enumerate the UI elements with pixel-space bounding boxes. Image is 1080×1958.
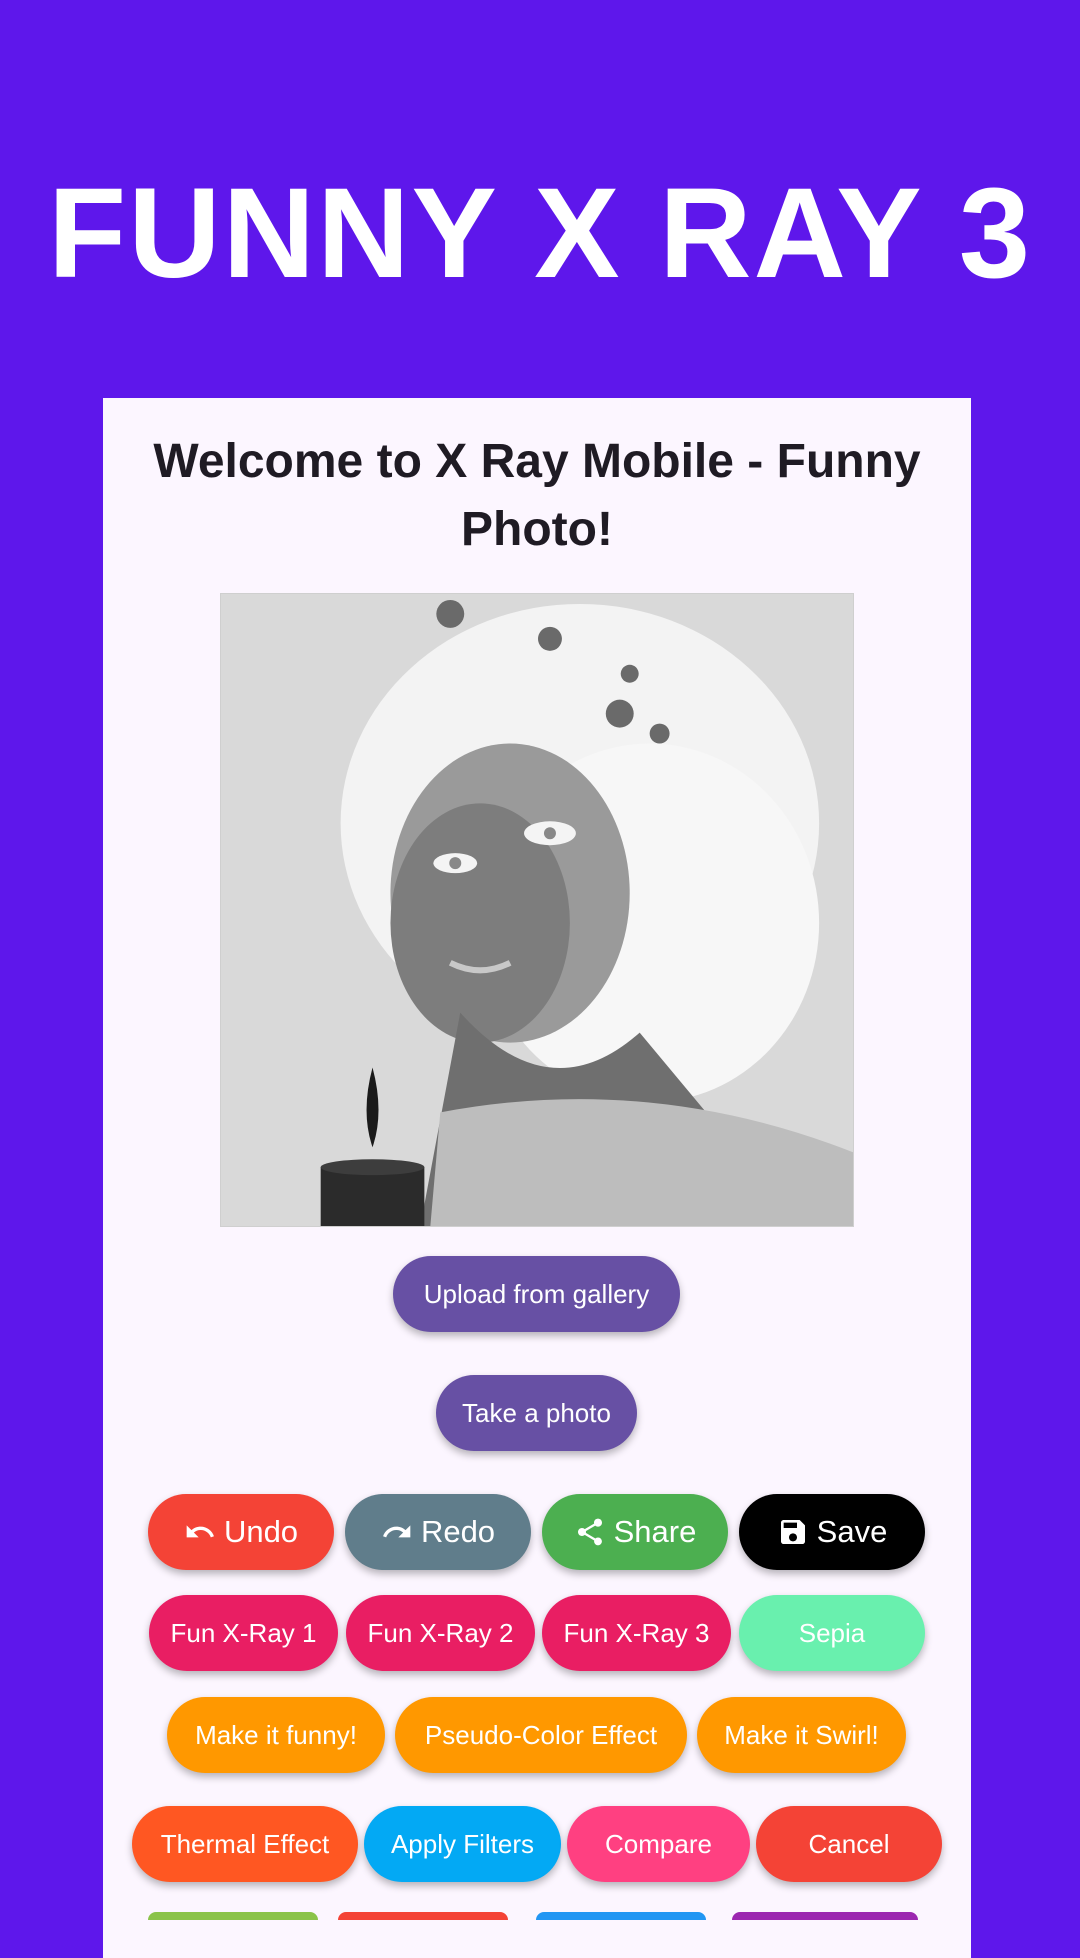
welcome-heading: Welcome to X Ray Mobile - Funny Photo!: [153, 435, 921, 556]
upload-from-gallery-button[interactable]: Upload from gallery: [393, 1256, 680, 1332]
partial-button[interactable]: [536, 1912, 706, 1920]
undo-label: Undo: [223, 1514, 299, 1549]
cancel-button[interactable]: Cancel: [756, 1806, 942, 1882]
share-label: Share: [613, 1514, 697, 1549]
partial-button[interactable]: [732, 1912, 918, 1920]
pseudo-color-effect-button[interactable]: Pseudo-Color Effect: [395, 1697, 687, 1773]
fun-xray-2-button[interactable]: Fun X-Ray 2: [346, 1595, 535, 1671]
save-label: Save: [816, 1514, 888, 1549]
sepia-button[interactable]: Sepia: [739, 1595, 925, 1671]
take-photo-button[interactable]: Take a photo: [436, 1375, 637, 1451]
app-title: FUNNY X RAY 3: [48, 162, 1032, 305]
fun-xray-1-button[interactable]: Fun X-Ray 1: [149, 1595, 338, 1671]
redo-icon: [381, 1516, 413, 1548]
save-button[interactable]: Save: [739, 1494, 925, 1570]
save-icon: [777, 1516, 809, 1548]
make-it-swirl-button[interactable]: Make it Swirl!: [697, 1697, 906, 1773]
xray-photo: [220, 593, 854, 1227]
thermal-effect-button[interactable]: Thermal Effect: [132, 1806, 358, 1882]
partial-button[interactable]: [148, 1912, 318, 1920]
apply-filters-button[interactable]: Apply Filters: [364, 1806, 561, 1882]
portrait-image: [221, 594, 853, 1226]
share-button[interactable]: Share: [542, 1494, 728, 1570]
redo-label: Redo: [420, 1514, 496, 1549]
undo-button[interactable]: Undo: [148, 1494, 334, 1570]
fun-xray-3-button[interactable]: Fun X-Ray 3: [542, 1595, 731, 1671]
redo-button[interactable]: Redo: [345, 1494, 531, 1570]
make-it-funny-button[interactable]: Make it funny!: [167, 1697, 385, 1773]
partial-button[interactable]: [338, 1912, 508, 1920]
compare-button[interactable]: Compare: [567, 1806, 750, 1882]
share-icon: [574, 1516, 606, 1548]
undo-icon: [184, 1516, 216, 1548]
